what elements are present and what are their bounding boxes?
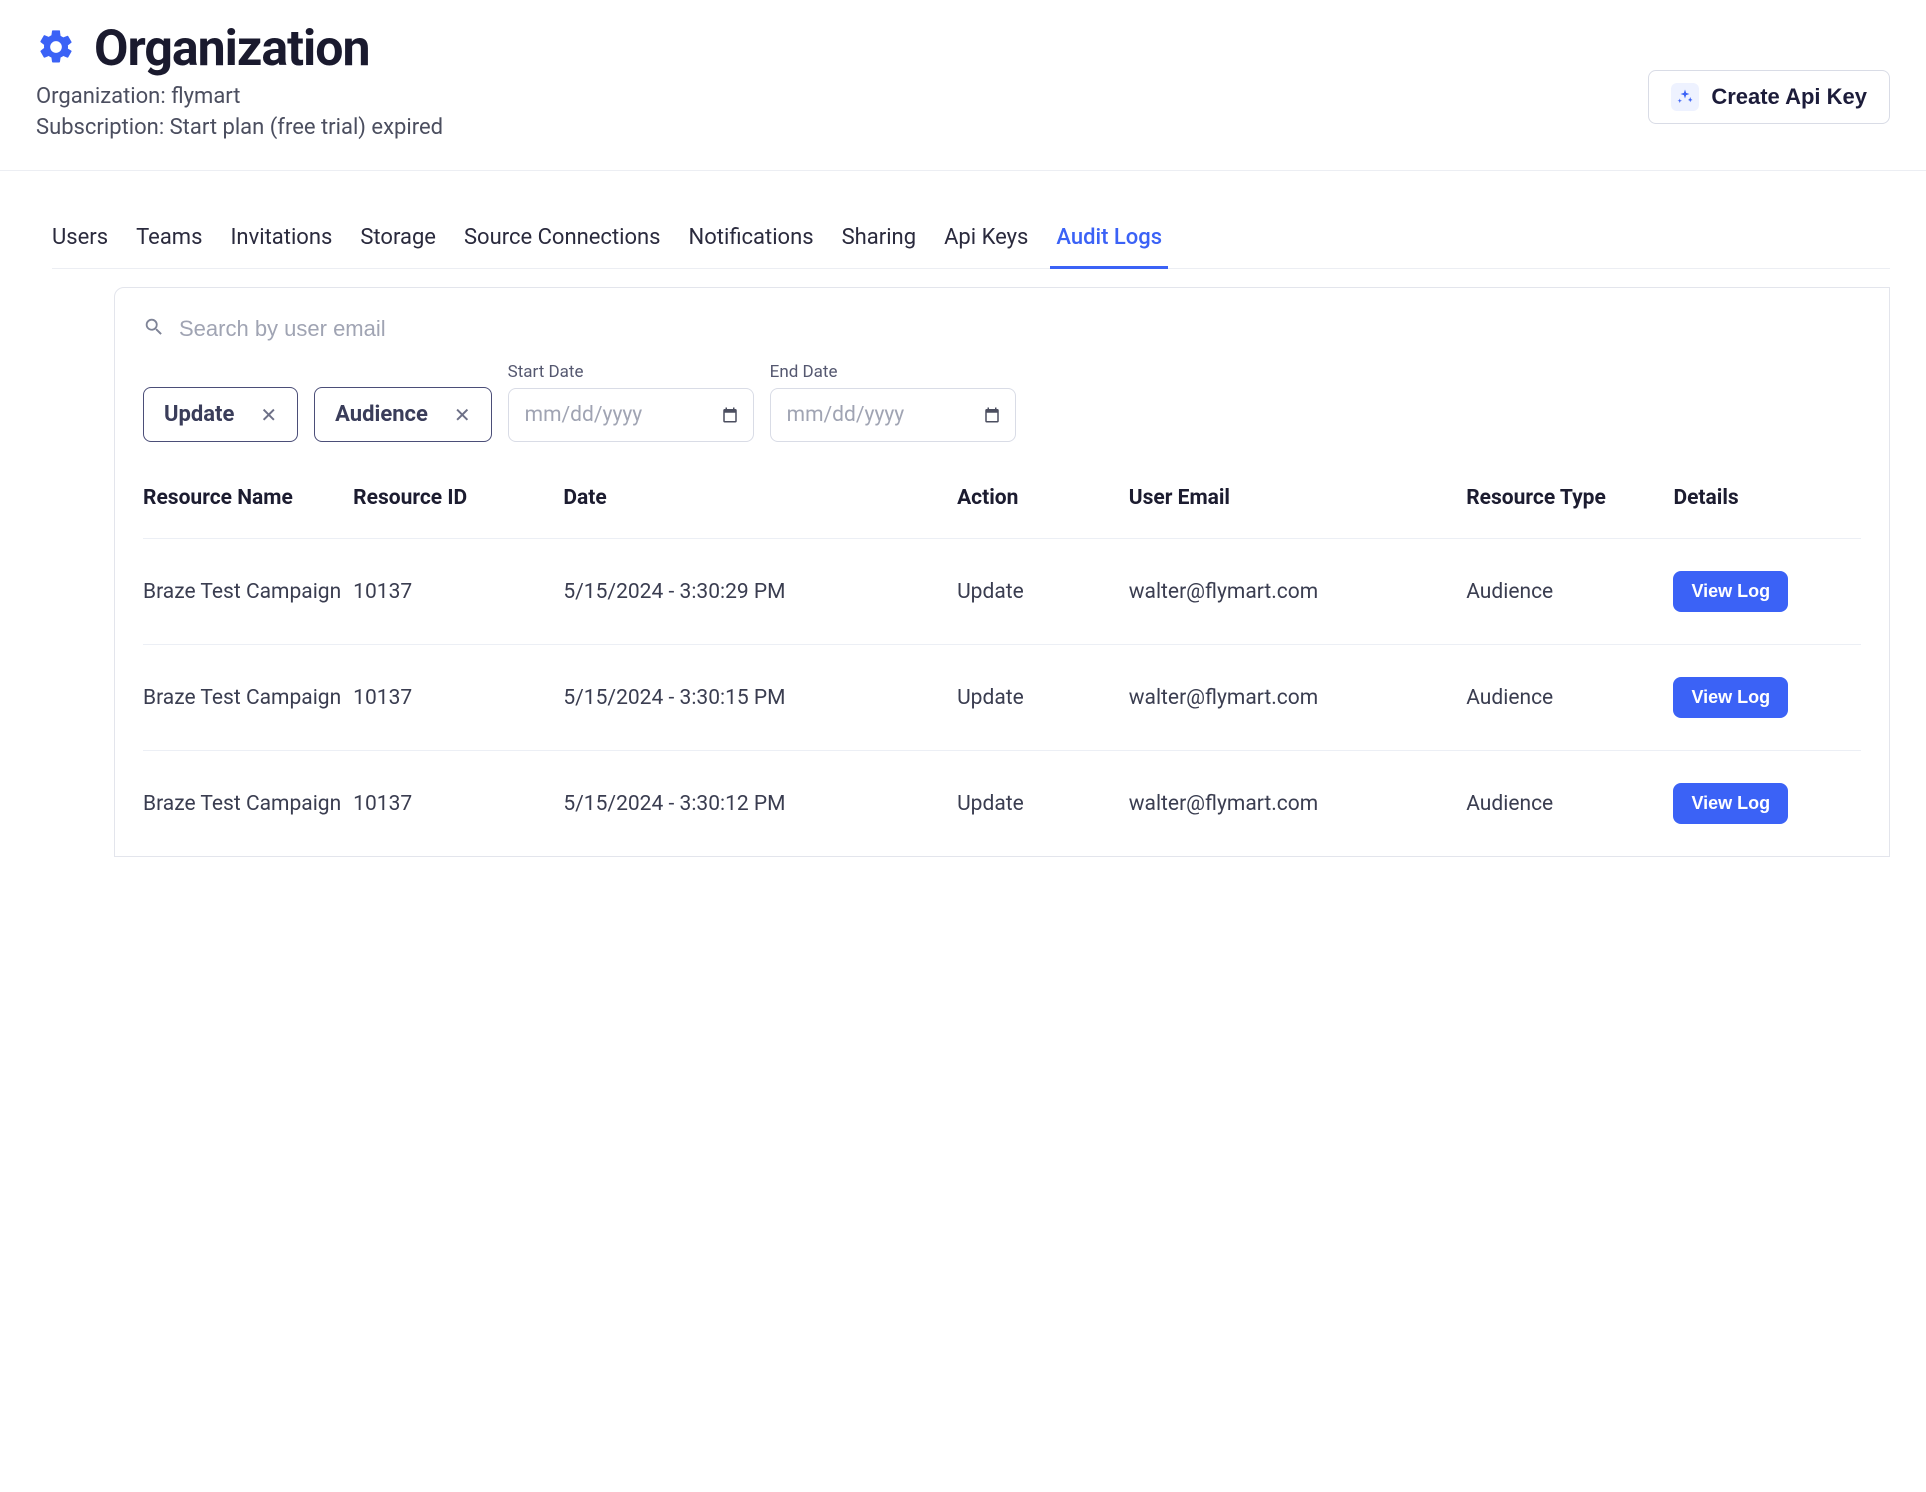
page-header: Organization Organization: flymart Subsc…	[0, 0, 1926, 171]
table-cell: 5/15/2024 - 3:30:12 PM	[563, 751, 957, 857]
table-cell: Braze Test Campaign	[143, 645, 353, 751]
search-row	[143, 316, 1861, 342]
column-header-resource-id: Resource ID	[353, 468, 563, 539]
tabs-container: Users Teams Invitations Storage Source Conne…	[0, 171, 1926, 857]
tab-api-keys[interactable]: Api Keys	[944, 225, 1028, 268]
close-icon[interactable]: ✕	[454, 403, 471, 427]
sparkle-icon	[1671, 83, 1699, 111]
tab-audit-logs[interactable]: Audit Logs	[1056, 225, 1162, 268]
table-header-row: Resource NameResource IDDateActionUser E…	[143, 468, 1861, 539]
search-input[interactable]	[179, 316, 579, 342]
table-cell: Update	[957, 645, 1129, 751]
table-cell: walter@flymart.com	[1129, 645, 1466, 751]
column-header-date: Date	[563, 468, 957, 539]
page-title: Organization	[94, 20, 370, 78]
tabs-bar: Users Teams Invitations Storage Source Conne…	[52, 225, 1890, 269]
table-cell: Audience	[1466, 539, 1673, 645]
sub-value: Start plan (free trial) expired	[170, 115, 443, 140]
tab-notifications[interactable]: Notifications	[689, 225, 814, 268]
create-api-key-button[interactable]: Create Api Key	[1648, 70, 1890, 124]
table-cell-details: View Log	[1673, 645, 1861, 751]
column-header-resource-type: Resource Type	[1466, 468, 1673, 539]
tab-teams[interactable]: Teams	[136, 225, 202, 268]
org-name: flymart	[171, 84, 240, 109]
table-cell-details: View Log	[1673, 539, 1861, 645]
column-header-action: Action	[957, 468, 1129, 539]
table-cell: Braze Test Campaign	[143, 539, 353, 645]
filter-chip-audience[interactable]: Audience ✕	[314, 387, 492, 442]
tab-users[interactable]: Users	[52, 225, 108, 268]
column-header-details: Details	[1673, 468, 1861, 539]
table-cell: Audience	[1466, 645, 1673, 751]
tab-invitations[interactable]: Invitations	[230, 225, 332, 268]
end-date-label: End Date	[770, 362, 1016, 382]
header-left: Organization Organization: flymart Subsc…	[36, 20, 443, 140]
subscription-line: Subscription: Start plan (free trial) ex…	[36, 115, 443, 140]
view-log-button[interactable]: View Log	[1673, 783, 1788, 824]
end-date-input[interactable]	[770, 388, 1016, 442]
close-icon[interactable]: ✕	[260, 403, 277, 427]
tab-sharing[interactable]: Sharing	[842, 225, 916, 268]
start-date-label: Start Date	[508, 362, 754, 382]
column-header-resource-name: Resource Name	[143, 468, 353, 539]
audit-log-card: Update ✕ Audience ✕ Start Date End Date	[114, 287, 1890, 857]
table-cell: 10137	[353, 751, 563, 857]
tab-storage[interactable]: Storage	[360, 225, 436, 268]
table-cell: walter@flymart.com	[1129, 751, 1466, 857]
table-cell: 10137	[353, 645, 563, 751]
column-header-user-email: User Email	[1129, 468, 1466, 539]
table-cell: walter@flymart.com	[1129, 539, 1466, 645]
table-cell-details: View Log	[1673, 751, 1861, 857]
table-cell: Update	[957, 539, 1129, 645]
table-body: Braze Test Campaign101375/15/2024 - 3:30…	[143, 539, 1861, 857]
title-row: Organization	[36, 20, 443, 78]
table-cell: Update	[957, 751, 1129, 857]
table-cell: Braze Test Campaign	[143, 751, 353, 857]
end-date-group: End Date	[770, 362, 1016, 442]
view-log-button[interactable]: View Log	[1673, 677, 1788, 718]
table-cell: Audience	[1466, 751, 1673, 857]
gear-icon	[36, 27, 76, 71]
view-log-button[interactable]: View Log	[1673, 571, 1788, 612]
table-cell: 5/15/2024 - 3:30:15 PM	[563, 645, 957, 751]
table-cell: 5/15/2024 - 3:30:29 PM	[563, 539, 957, 645]
table-cell: 10137	[353, 539, 563, 645]
filter-row: Update ✕ Audience ✕ Start Date End Date	[143, 362, 1861, 442]
start-date-input[interactable]	[508, 388, 754, 442]
chip-label: Update	[164, 402, 234, 427]
create-api-key-label: Create Api Key	[1711, 84, 1867, 110]
audit-log-table: Resource NameResource IDDateActionUser E…	[143, 468, 1861, 856]
table-row: Braze Test Campaign101375/15/2024 - 3:30…	[143, 751, 1861, 857]
chip-label: Audience	[335, 402, 428, 427]
table-row: Braze Test Campaign101375/15/2024 - 3:30…	[143, 539, 1861, 645]
table-row: Braze Test Campaign101375/15/2024 - 3:30…	[143, 645, 1861, 751]
chips-container: Update ✕ Audience ✕	[143, 387, 492, 442]
tab-source-connections[interactable]: Source Connections	[464, 225, 661, 268]
sub-label: Subscription:	[36, 115, 170, 140]
filter-chip-update[interactable]: Update ✕	[143, 387, 298, 442]
org-line: Organization: flymart	[36, 84, 443, 109]
start-date-group: Start Date	[508, 362, 754, 442]
search-icon	[143, 316, 165, 342]
org-label: Organization:	[36, 84, 171, 109]
